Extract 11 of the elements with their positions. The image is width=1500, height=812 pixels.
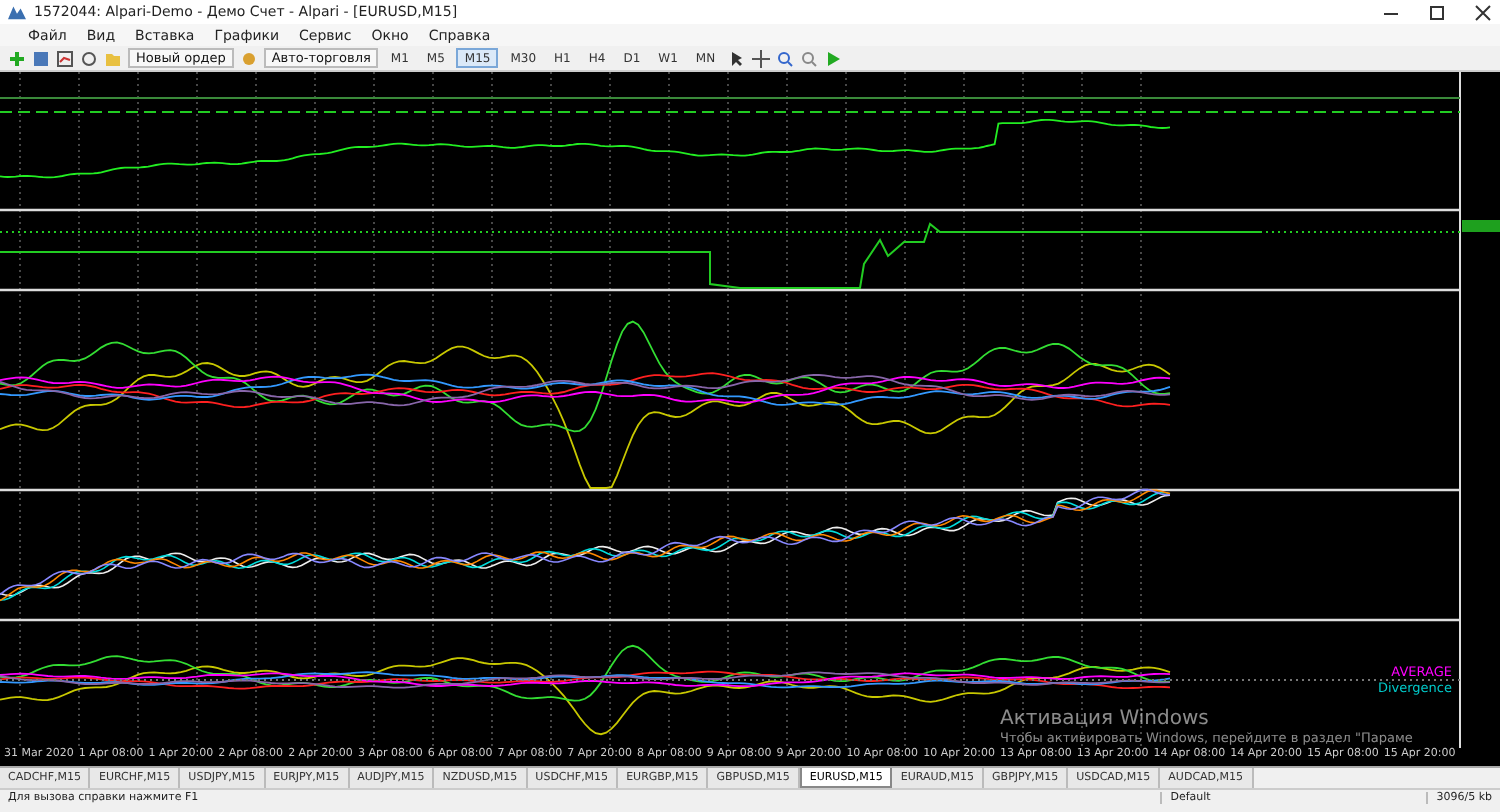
close-icon[interactable] [1474, 3, 1492, 21]
bid-price-marker [1462, 220, 1500, 232]
zoom-in-icon[interactable] [775, 49, 794, 67]
save-icon[interactable] [32, 49, 50, 67]
activation-notice-title: Активация Windows [1000, 708, 1209, 730]
plus-icon[interactable] [8, 49, 26, 67]
cursor-icon[interactable] [727, 49, 746, 67]
zoom-out-icon[interactable] [799, 49, 818, 67]
chart-icon[interactable] [56, 49, 74, 67]
maximize-icon[interactable] [1428, 3, 1446, 21]
app-logo-icon [8, 4, 26, 20]
